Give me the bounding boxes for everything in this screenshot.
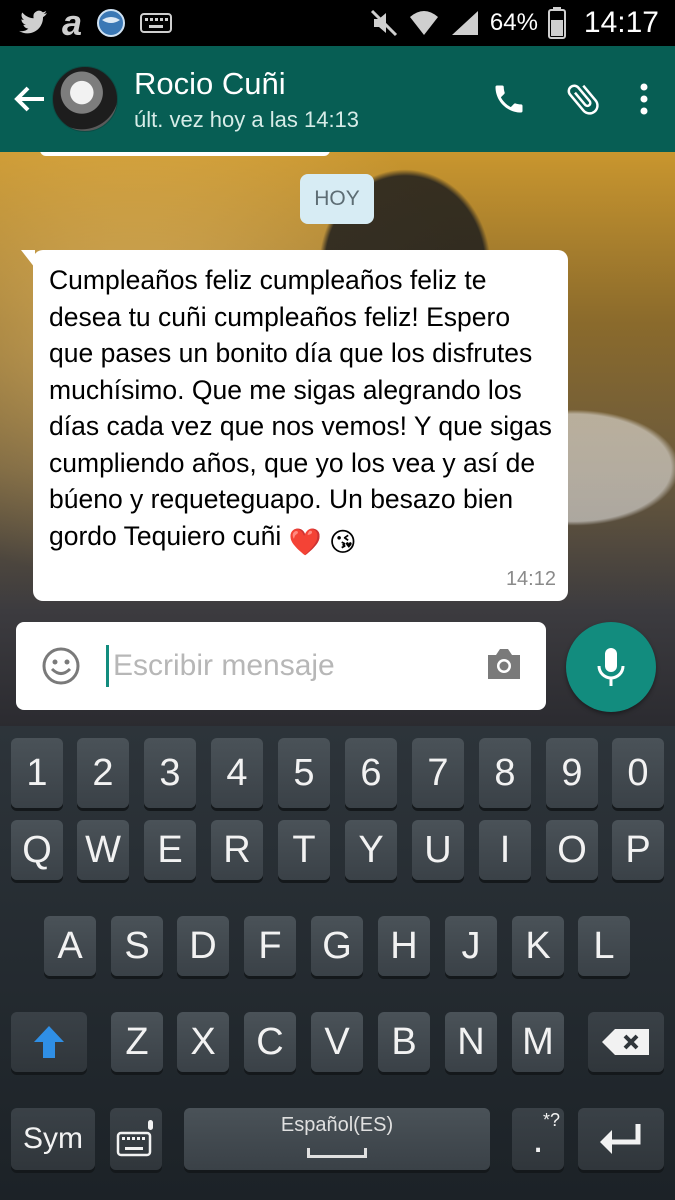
attach-icon[interactable] [563, 79, 603, 119]
space-key[interactable]: Español(ES) [184, 1108, 490, 1170]
keyboard-icon [140, 13, 173, 33]
key-t[interactable]: T [278, 820, 330, 880]
contact-name: Rocio Cuñi [134, 66, 286, 101]
globe-app-icon [97, 9, 126, 37]
key-3[interactable]: 3 [144, 738, 196, 808]
key-p[interactable]: P [612, 820, 664, 880]
enter-icon [600, 1124, 641, 1154]
key-5[interactable]: 5 [278, 738, 330, 808]
mute-icon [370, 9, 397, 37]
more-options-icon[interactable] [639, 82, 649, 116]
twitter-icon [19, 10, 47, 34]
shift-arrow-icon [34, 1026, 64, 1058]
keyboard-language-label: Español(ES) [280, 1114, 394, 1136]
key-e[interactable]: E [144, 820, 196, 880]
date-chip: HOY [300, 174, 374, 224]
previous-message-edge [40, 152, 330, 156]
camera-button[interactable] [484, 647, 524, 686]
sym-key[interactable]: Sym [11, 1108, 95, 1170]
message-input[interactable] [113, 649, 463, 683]
key-i[interactable]: I [479, 820, 531, 880]
key-8[interactable]: 8 [479, 738, 531, 808]
backspace-key[interactable] [588, 1012, 664, 1072]
message-text: Cumpleaños feliz cumpleaños feliz te des… [49, 265, 552, 551]
key-h[interactable]: H [378, 916, 430, 976]
contact-info[interactable]: Rocio Cuñi últ. vez hoy a las 14:13 [134, 65, 359, 133]
message-composer [16, 622, 546, 710]
keyboard: 1 2 3 4 5 6 7 8 9 0 Q W E R T Y U I O P … [0, 726, 675, 1200]
key-x[interactable]: X [177, 1012, 229, 1072]
space-bar-icon [307, 1148, 367, 1158]
last-seen: últ. vez hoy a las 14:13 [134, 107, 360, 132]
amazon-icon: a [62, 2, 83, 43]
text-cursor [106, 645, 109, 687]
message-text-container: Cumpleaños feliz cumpleaños feliz te des… [49, 262, 552, 560]
key-4[interactable]: 4 [211, 738, 263, 808]
heart-emoji: ❤️ [288, 526, 322, 557]
camera-icon [488, 648, 520, 679]
key-v[interactable]: V [311, 1012, 363, 1072]
key-a[interactable]: A [44, 916, 96, 976]
voice-record-button[interactable] [566, 622, 656, 712]
wifi-icon [409, 11, 438, 35]
punctuation-key[interactable]: *? . [512, 1108, 564, 1170]
back-arrow-icon [14, 86, 44, 112]
punctuation-label: . [532, 1116, 544, 1161]
punctuation-alt-label: *? [542, 1110, 560, 1130]
smiley-icon [42, 647, 80, 685]
key-d[interactable]: D [177, 916, 229, 976]
key-r[interactable]: R [211, 820, 263, 880]
key-b[interactable]: B [378, 1012, 430, 1072]
phone-icon[interactable] [491, 81, 527, 117]
key-f[interactable]: F [244, 916, 296, 976]
back-button[interactable] [0, 84, 50, 114]
avatar[interactable] [52, 66, 118, 132]
message-time: 14:12 [505, 568, 556, 590]
chat-header: Rocio Cuñi últ. vez hoy a las 14:13 [0, 46, 675, 152]
bubble-tail [21, 250, 35, 268]
key-u[interactable]: U [412, 820, 464, 880]
key-c[interactable]: C [244, 1012, 296, 1072]
keyboard-mic-icon [116, 1120, 153, 1157]
emoji-button[interactable] [16, 646, 106, 686]
signal-icon [451, 11, 478, 35]
key-o[interactable]: O [546, 820, 598, 880]
key-0[interactable]: 0 [612, 738, 664, 808]
key-z[interactable]: Z [111, 1012, 163, 1072]
status-bar: a 64% 14:17 [0, 0, 675, 46]
key-g[interactable]: G [311, 916, 363, 976]
key-q[interactable]: Q [11, 820, 63, 880]
key-2[interactable]: 2 [77, 738, 129, 808]
backspace-icon [602, 1029, 649, 1055]
shift-key[interactable] [11, 1012, 87, 1072]
key-7[interactable]: 7 [412, 738, 464, 808]
voice-keyboard-settings-key[interactable] [110, 1108, 162, 1170]
key-6[interactable]: 6 [345, 738, 397, 808]
enter-key[interactable] [578, 1108, 664, 1170]
battery-icon [547, 7, 566, 39]
key-9[interactable]: 9 [546, 738, 598, 808]
key-j[interactable]: J [445, 916, 497, 976]
key-1[interactable]: 1 [11, 738, 63, 808]
key-y[interactable]: Y [345, 820, 397, 880]
key-k[interactable]: K [512, 916, 564, 976]
key-m[interactable]: M [512, 1012, 564, 1072]
microphone-icon [597, 648, 625, 686]
battery-percent: 64% [489, 9, 538, 36]
message-bubble[interactable]: Cumpleaños feliz cumpleaños feliz te des… [21, 250, 568, 601]
key-l[interactable]: L [578, 916, 630, 976]
key-s[interactable]: S [111, 916, 163, 976]
key-w[interactable]: W [77, 820, 129, 880]
kiss-emoji: 😘 [329, 526, 357, 557]
clock: 14:17 [583, 6, 659, 39]
key-n[interactable]: N [445, 1012, 497, 1072]
